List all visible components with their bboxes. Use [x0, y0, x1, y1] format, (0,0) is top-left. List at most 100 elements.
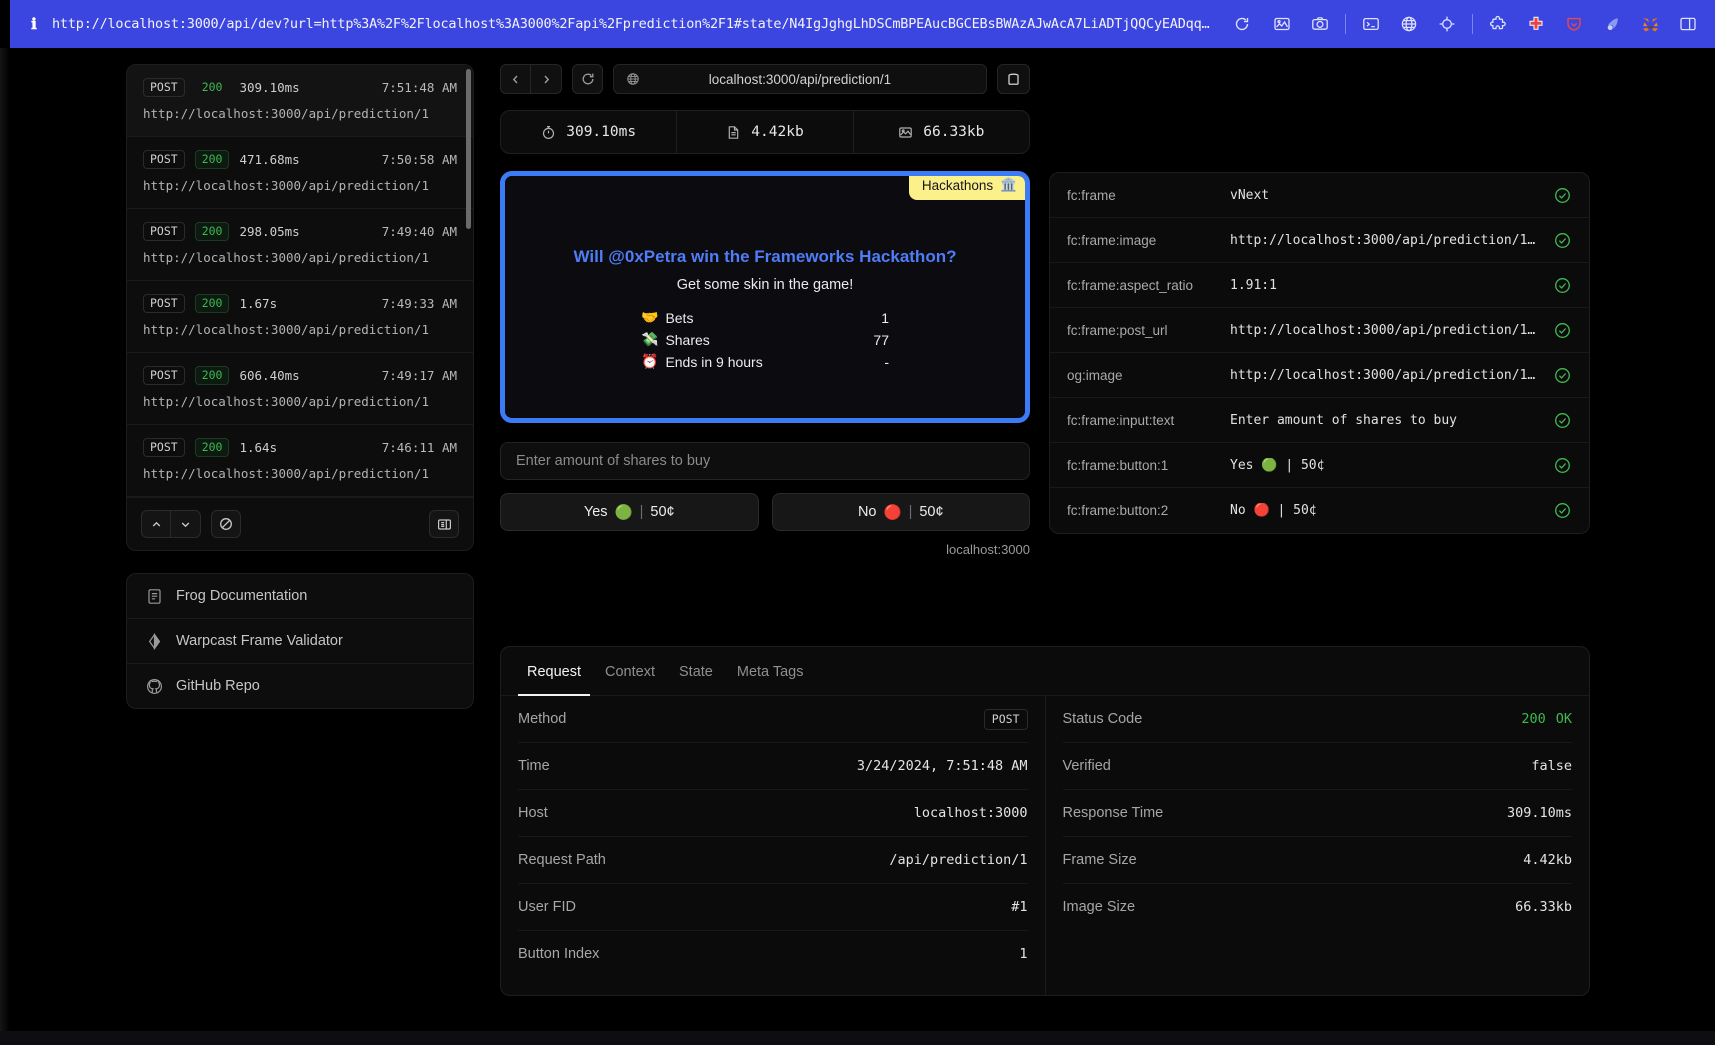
red-circle-icon: 🔴 — [883, 504, 902, 521]
request-item-header: POST 200 309.10ms 7:51:48 AM — [143, 78, 457, 97]
frame-category-badge: Hackathons 🏛️ — [908, 176, 1025, 200]
chevron-left-icon[interactable] — [500, 64, 531, 94]
request-list-scrollbar[interactable] — [466, 69, 471, 229]
detail-row-value: 309.10ms — [1506, 805, 1572, 821]
request-duration: 309.10ms — [239, 80, 300, 95]
detail-row: Response Time 309.10ms — [1062, 790, 1572, 837]
meta-tag-row: fc:frame:button:1 Yes 🟢 | 50¢ — [1050, 443, 1589, 488]
add-extension-icon[interactable] — [1521, 9, 1551, 39]
home-icon[interactable] — [997, 64, 1030, 94]
request-list-item[interactable]: POST 200 309.10ms 7:51:48 AM http://localhos… — [127, 65, 473, 137]
meta-tag-key: og:image — [1067, 367, 1123, 383]
target-icon[interactable] — [1432, 9, 1462, 39]
separator: | — [908, 504, 913, 520]
tab-state[interactable]: State — [670, 647, 722, 696]
detail-row-key: Time — [518, 758, 550, 774]
frame-button-no[interactable]: No 🔴 | 50¢ — [771, 493, 1030, 531]
frame-stat-label-group: ⏰ Ends in 9 hours — [641, 353, 763, 370]
frame-stat-rows: 🤝 Bets 1 💸 Shares 77 ⏰ Ends in 9 hours - — [641, 309, 889, 375]
info-icon[interactable]: ℹ — [28, 15, 40, 34]
detail-row-key: Frame Size — [1062, 852, 1137, 868]
tab-request[interactable]: Request — [518, 647, 591, 696]
image-extension-icon[interactable] — [1267, 9, 1297, 39]
comet-icon[interactable] — [1597, 9, 1627, 39]
request-method-badge: POST — [143, 438, 185, 457]
globe-extension-icon[interactable] — [1394, 9, 1424, 39]
request-list-item[interactable]: POST 200 1.67s 7:49:33 AM http://localhost:3… — [127, 281, 473, 353]
detail-row: Verified false — [1062, 743, 1572, 790]
meta-tag-row: fc:frame:button:2 No 🔴 | 50¢ — [1050, 488, 1589, 533]
request-list-item[interactable]: POST 200 471.68ms 7:50:58 AM http://localhos… — [127, 137, 473, 209]
frame-stat-value: 77 — [873, 331, 889, 348]
frame-nav-bar: localhost:3000/api/prediction/1 — [500, 64, 1030, 94]
frame-button-no-price: 50¢ — [919, 504, 944, 520]
meta-tag-key: fc:frame:input:text — [1067, 412, 1175, 428]
meta-tag-row: fc:frame:post_url http://localhost:3000/a… — [1050, 308, 1589, 353]
toggle-panel-icon[interactable] — [429, 510, 459, 538]
browser-address-bar[interactable]: ℹ http://localhost:3000/api/dev?url=http… — [10, 5, 1223, 43]
sidebar-link-warpcast-frame-validator[interactable]: Warpcast Frame Validator — [127, 619, 473, 664]
nav-history-group — [500, 64, 562, 94]
detail-row: Method POST — [518, 696, 1028, 743]
metamask-fox-icon[interactable] — [1635, 9, 1665, 39]
sidebar-link-frog-documentation[interactable]: Frog Documentation — [127, 574, 473, 619]
tab-meta-tags[interactable]: Meta Tags — [728, 647, 813, 696]
detail-row-key: User FID — [518, 899, 576, 915]
toolbar-divider — [1345, 14, 1346, 34]
detail-row-key: Verified — [1062, 758, 1111, 774]
meta-tag-row: fc:frame:image http://localhost:3000/api/… — [1050, 218, 1589, 263]
frame-image-card[interactable]: Hackathons 🏛️ Will @0xPetra win the Fram… — [500, 171, 1030, 423]
frame-title: Will @0xPetra win the Frameworks Hackath… — [573, 247, 957, 266]
chevron-down-icon[interactable] — [171, 510, 201, 538]
meta-tag-key: fc:frame:button:1 — [1067, 457, 1169, 473]
request-item-header: POST 200 298.05ms 7:49:40 AM — [143, 222, 457, 241]
camera-icon[interactable] — [1305, 9, 1335, 39]
request-timestamp: 7:46:11 AM — [381, 440, 457, 455]
refresh-icon[interactable] — [572, 64, 603, 94]
frame-url-field[interactable]: localhost:3000/api/prediction/1 — [613, 64, 987, 94]
sidebar-link-label: Frog Documentation — [176, 588, 308, 604]
details-columns: Method POST Time 3/24/2024, 7:51:48 AM Host l… — [501, 696, 1589, 995]
request-status-badge: 200 — [194, 294, 230, 313]
request-list-item[interactable]: POST 200 606.40ms 7:49:17 AM http://localhos… — [127, 353, 473, 425]
no-entry-icon[interactable] — [211, 510, 241, 538]
request-item-header: POST 200 1.64s 7:46:11 AM — [143, 438, 457, 457]
request-item-header: POST 200 471.68ms 7:50:58 AM — [143, 150, 457, 169]
puzzle-icon[interactable] — [1483, 9, 1513, 39]
reload-icon[interactable] — [1227, 9, 1257, 39]
tab-context[interactable]: Context — [596, 647, 664, 696]
frame-button-no-label: No — [857, 504, 877, 520]
detail-row: Host localhost:3000 — [518, 790, 1028, 837]
meta-tag-key: fc:frame:image — [1067, 232, 1157, 248]
meta-tag-key: fc:frame:post_url — [1067, 322, 1168, 338]
request-list[interactable]: POST 200 309.10ms 7:51:48 AM http://localhos… — [127, 65, 473, 497]
detail-row-key: Method — [518, 711, 567, 727]
request-duration: 298.05ms — [239, 224, 300, 239]
document-icon — [726, 125, 741, 140]
request-list-item[interactable]: POST 200 1.64s 7:46:11 AM http://localhost:3… — [127, 425, 473, 497]
sidebar-link-label: GitHub Repo — [176, 678, 260, 694]
meta-tag-value: No 🔴 | 50¢ — [1230, 503, 1317, 518]
detail-row-key: Host — [518, 805, 548, 821]
chevron-right-icon[interactable] — [531, 64, 562, 94]
detail-row: User FID #1 — [518, 884, 1028, 931]
request-timestamp: 7:49:17 AM — [381, 368, 457, 383]
terminal-icon[interactable] — [1356, 9, 1386, 39]
sidebar-link-github-repo[interactable]: GitHub Repo — [127, 664, 473, 708]
request-url: http://localhost:3000/api/prediction/1 — [143, 394, 429, 409]
frame-text-input[interactable]: Enter amount of shares to buy — [500, 442, 1030, 480]
sidebar-toggle-icon[interactable] — [1673, 9, 1703, 39]
shield-icon[interactable] — [1559, 9, 1589, 39]
request-timestamp: 7:49:33 AM — [381, 296, 457, 311]
meta-tag-row: fc:frame vNext — [1050, 173, 1589, 218]
chevron-up-icon[interactable] — [141, 510, 171, 538]
frame-button-yes-label: Yes — [583, 504, 608, 520]
request-item-header: POST 200 606.40ms 7:49:17 AM — [143, 366, 457, 385]
detail-row-value: 3/24/2024, 7:51:48 AM — [856, 758, 1028, 774]
request-list-item[interactable]: POST 200 298.05ms 7:49:40 AM http://localhos… — [127, 209, 473, 281]
valid-check-icon — [1554, 457, 1572, 474]
frame-button-yes[interactable]: Yes 🟢 | 50¢ — [500, 493, 759, 531]
frame-stat-value: - — [884, 353, 889, 370]
meta-tag-key: fc:frame — [1067, 187, 1116, 203]
valid-check-icon — [1554, 187, 1572, 204]
